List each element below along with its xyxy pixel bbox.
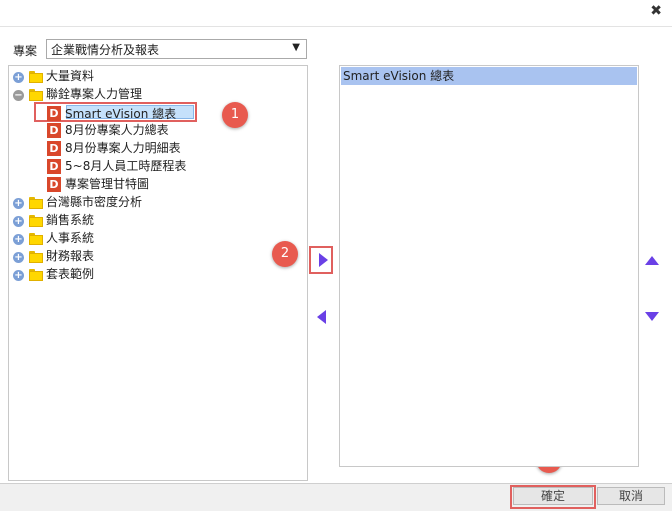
tree-node-label: 銷售系統	[46, 213, 95, 227]
project-label: 專案	[13, 44, 38, 58]
report-doc-icon: D	[47, 106, 61, 121]
tree-node-label: 套表範例	[46, 267, 95, 281]
arrow-down-icon	[645, 312, 659, 321]
project-select-value: 企業戰情分析及報表	[51, 43, 160, 57]
tree-node-label: 人事系統	[46, 231, 95, 245]
arrow-up-icon	[645, 256, 659, 265]
project-select[interactable]: 企業戰情分析及報表 ▼	[46, 39, 307, 59]
expand-icon[interactable]: +	[13, 234, 24, 245]
tree-leaf-label: Smart eVision 總表	[65, 107, 177, 121]
collapse-icon[interactable]: −	[13, 90, 24, 101]
expand-icon[interactable]: +	[13, 198, 24, 209]
tree-node-label: 台灣縣市密度分析	[46, 195, 143, 209]
arrow-right-icon	[319, 253, 328, 267]
ok-button[interactable]: 確定	[513, 487, 593, 505]
tree-node-label: 財務報表	[46, 249, 95, 263]
folder-icon	[29, 215, 43, 227]
folder-icon	[29, 233, 43, 245]
folder-icon	[29, 71, 43, 83]
arrow-left-icon	[317, 310, 326, 324]
expand-icon[interactable]: +	[13, 252, 24, 263]
callout-badge-2: 2	[272, 241, 298, 267]
list-item[interactable]: Smart eVision 總表	[341, 67, 637, 85]
tree-node-label: 聯銓專案人力管理	[46, 87, 143, 101]
folder-icon	[29, 197, 43, 209]
chevron-down-icon: ▼	[292, 42, 300, 53]
add-to-list-button[interactable]	[309, 246, 333, 274]
tree-leaf-label: 8月份專案人力總表	[65, 123, 169, 137]
folder-icon	[29, 251, 43, 263]
expand-icon[interactable]: +	[13, 72, 24, 83]
move-down-button[interactable]	[643, 310, 661, 324]
expand-icon[interactable]: +	[13, 216, 24, 227]
move-up-button[interactable]	[643, 254, 661, 268]
close-icon[interactable]: ✖	[650, 3, 662, 19]
report-doc-icon: D	[47, 177, 61, 192]
selected-reports-list[interactable]: Smart eVision 總表	[339, 65, 639, 467]
report-doc-icon: D	[47, 159, 61, 174]
tree-leaf-label: 8月份專案人力明細表	[65, 141, 181, 155]
report-doc-icon: D	[47, 141, 61, 156]
expand-icon[interactable]: +	[13, 270, 24, 281]
cancel-button[interactable]: 取消	[597, 487, 665, 505]
report-doc-icon: D	[47, 123, 61, 138]
callout-badge-1: 1	[222, 102, 248, 128]
folder-icon	[29, 269, 43, 281]
tree-node-label: 大量資料	[46, 69, 95, 83]
dialog-titlebar: ✖	[0, 0, 672, 27]
tree-leaf-label: 5~8月人員工時歷程表	[65, 159, 187, 173]
remove-from-list-button[interactable]	[314, 308, 330, 326]
tree-leaf-label: 專案管理甘特圖	[65, 177, 150, 191]
folder-icon	[29, 89, 43, 101]
